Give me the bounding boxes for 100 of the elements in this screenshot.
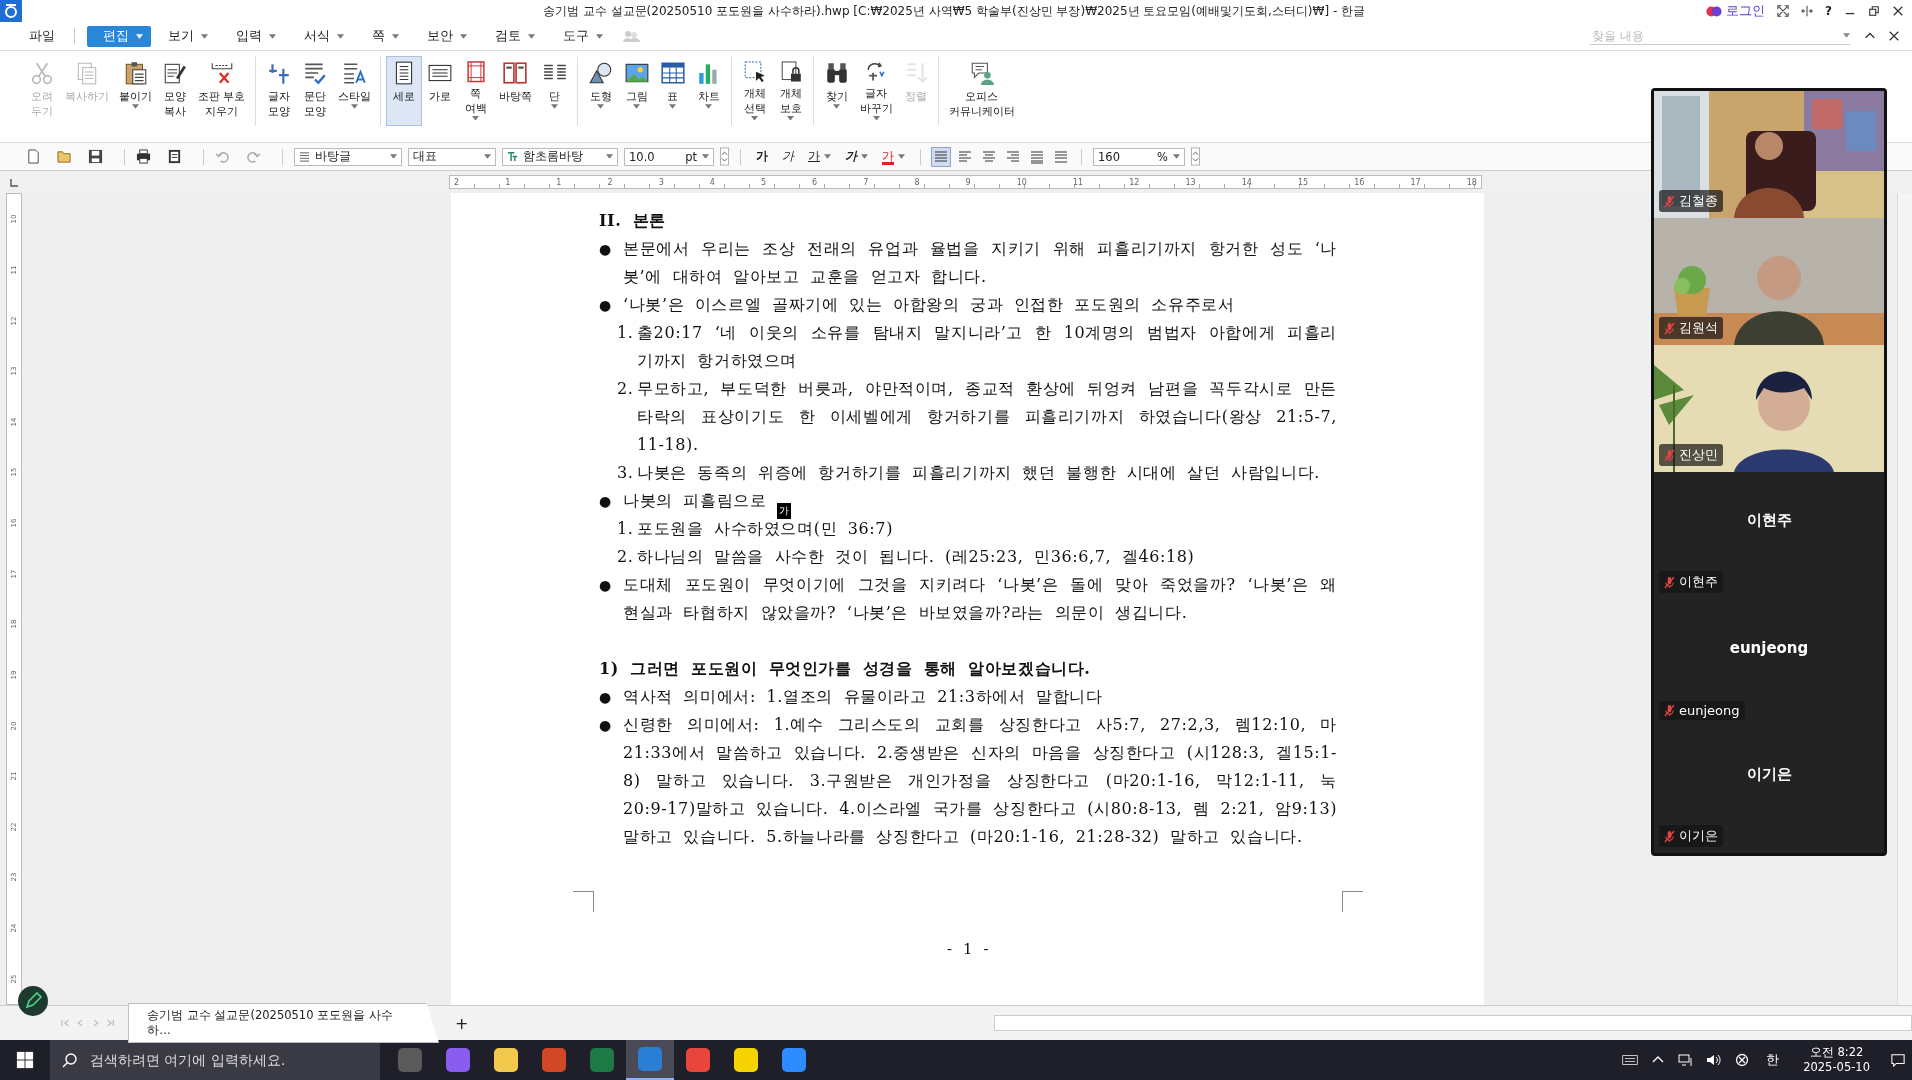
- search-box[interactable]: 검색하려면 여기에 입력하세요.: [50, 1040, 380, 1080]
- crop-mark: [573, 891, 594, 912]
- caret-icon: [872, 116, 880, 121]
- save-icon[interactable]: [88, 149, 103, 164]
- clock[interactable]: 오전 8:22 2025-05-10: [1803, 1045, 1870, 1075]
- ribbon-button[interactable]: 가로: [421, 56, 458, 126]
- font-size-field[interactable]: 10.0 pt: [624, 147, 714, 166]
- align-icon[interactable]: [932, 147, 950, 166]
- menu-item[interactable]: 보기: [157, 25, 219, 47]
- style-dropdown[interactable]: 바탕글: [294, 147, 402, 166]
- bullet-text: ‘나봇’은 이스르엘 골짜기에 있는 아합왕의 궁과 인접한 포도원의 소유주로서: [623, 294, 1235, 316]
- zoom-field[interactable]: 160 %: [1093, 147, 1185, 166]
- ribbon-button[interactable]: 오피스 커뮤니케이터: [943, 56, 1020, 126]
- ribbon-button[interactable]: 표: [654, 56, 691, 126]
- bullet-text: 나봇의 피흘림으로: [623, 490, 767, 512]
- caret-icon: [824, 154, 831, 159]
- caret-icon: [633, 104, 640, 109]
- print-icon[interactable]: [136, 149, 151, 164]
- menu-item[interactable]: 입력: [225, 25, 287, 47]
- caret-icon: [551, 104, 558, 109]
- character-style-button[interactable]: 가: [878, 148, 909, 165]
- master-page-icon: [502, 60, 528, 86]
- caret-icon: [484, 154, 491, 159]
- scissors-icon: [29, 60, 55, 86]
- menu-item[interactable]: 보안: [416, 25, 478, 47]
- fullscreen-icon[interactable]: [1777, 5, 1790, 17]
- ruler-corner-icon[interactable]: [8, 176, 20, 188]
- ribbon-button[interactable]: 세로: [385, 56, 422, 126]
- caret-icon: [392, 33, 399, 39]
- ribbon-button[interactable]: 붙이기: [114, 56, 157, 126]
- network-icon[interactable]: [1678, 1053, 1695, 1067]
- resize-icon[interactable]: [1801, 5, 1814, 17]
- keyboard-icon[interactable]: [1622, 1053, 1639, 1067]
- caret-icon: [861, 154, 868, 159]
- participant-label: 김철종: [1659, 190, 1723, 212]
- close-icon[interactable]: [1888, 30, 1900, 42]
- menu-item[interactable]: 서식: [293, 25, 355, 47]
- character-style-button[interactable]: 가: [752, 148, 772, 165]
- search-icon: [62, 1052, 78, 1068]
- taskbar-search-field[interactable]: 검색하려면 여기에 입력하세요.: [88, 1051, 380, 1069]
- list-text: 출20:17 ‘네 이웃의 소유를 탐내지 말지니라’고 한 10계명의 범법자 아합에게 피흘리기까지 항거하였으며: [637, 322, 1337, 372]
- close-icon[interactable]: [1892, 5, 1904, 17]
- caret-icon: [350, 104, 358, 109]
- start-icon[interactable]: [16, 1051, 34, 1069]
- ribbon-button[interactable]: 모양 복사: [157, 56, 193, 126]
- restore-icon[interactable]: [1868, 5, 1880, 17]
- participant-label: 이현주: [1659, 571, 1723, 593]
- ribbon-button[interactable]: 스타일: [332, 56, 381, 126]
- speaker-icon[interactable]: [1706, 1053, 1723, 1067]
- ribbon-button[interactable]: 조판 부호 지우기: [193, 56, 256, 126]
- ribbon-button[interactable]: 문단 모양: [296, 56, 333, 126]
- input-method-indicator[interactable]: 한: [1766, 1051, 1780, 1069]
- page-number: - 1 -: [945, 940, 991, 958]
- notification-icon[interactable]: [1890, 1053, 1906, 1067]
- horizontal-ruler: 2 1 1 2 3 4 5 6 7 8 9 10 11 12 13 14 15 16 17 18: [449, 175, 1482, 189]
- ribbon-button[interactable]: 바탕쪽: [493, 56, 537, 126]
- preview-icon[interactable]: [167, 149, 182, 164]
- user-icon: [1706, 5, 1723, 17]
- menu-item[interactable]: 파일: [18, 25, 66, 47]
- input-mode-badge: 가: [777, 503, 791, 519]
- font-dropdown[interactable]: 함초롬바탕: [502, 147, 618, 166]
- ribbon-button[interactable]: 찾기: [818, 56, 855, 126]
- caret-icon: [201, 33, 208, 39]
- list-number: 3.: [617, 462, 635, 484]
- list-number: 1.: [617, 322, 635, 344]
- vertical-scrollbar[interactable]: [1897, 193, 1912, 1005]
- character-style-button[interactable]: 가: [841, 148, 872, 165]
- help-button[interactable]: ?: [1825, 4, 1832, 18]
- ribbon-button[interactable]: 차트: [690, 56, 732, 126]
- language-dropdown[interactable]: 대표: [408, 147, 496, 166]
- search-field[interactable]: 찾을 내용: [1590, 27, 1843, 44]
- ribbon-button[interactable]: 글자 바꾸기: [854, 56, 898, 126]
- ribbon-button[interactable]: 글자 모양: [260, 56, 297, 126]
- menu-item[interactable]: 편집: [87, 25, 151, 47]
- menu-item[interactable]: 도구: [552, 25, 614, 47]
- participant-name: 이현주: [1746, 511, 1792, 530]
- ribbon-button[interactable]: 도형: [582, 56, 619, 126]
- add-tab-button[interactable]: +: [448, 1013, 475, 1033]
- bullet-text: 역사적 의미에서: 1.열조의 유물이라고 21:3하에서 말합니다: [623, 686, 1103, 708]
- login-link[interactable]: 로그인: [1726, 2, 1766, 20]
- open-folder-icon[interactable]: [57, 149, 72, 164]
- ribbon-button[interactable]: 그림: [618, 56, 655, 126]
- character-style-button[interactable]: 가: [804, 148, 835, 165]
- list-text: 나봇은 동족의 위증에 항거하기를 피흘리기까지 했던 불행한 시대에 살던 사람입니다.: [637, 462, 1320, 484]
- ribbon-button[interactable]: 쪽 여백: [457, 56, 494, 126]
- participant-label: 김원석: [1659, 317, 1723, 339]
- ribbon-button[interactable]: 개체 보호: [772, 56, 814, 126]
- ribbon-button[interactable]: 개체 선택: [736, 56, 773, 126]
- caret-icon: [597, 104, 604, 109]
- caret-icon: [702, 154, 709, 159]
- menu-item[interactable]: 쪽: [361, 25, 410, 47]
- blocked-icon[interactable]: [1734, 1053, 1751, 1067]
- menu-item[interactable]: 검토: [484, 25, 546, 47]
- horizontal-scrollbar[interactable]: [994, 1015, 1912, 1031]
- document-tab[interactable]: 송기범 교수 설교문(20250510 포도원을 사수하…: [128, 1003, 439, 1043]
- pen-icon[interactable]: [18, 986, 48, 1016]
- caret-icon[interactable]: [1843, 33, 1850, 38]
- character-style-button[interactable]: 가: [778, 148, 798, 165]
- ribbon-button[interactable]: 단: [536, 56, 578, 126]
- new-document-icon[interactable]: [26, 149, 41, 164]
